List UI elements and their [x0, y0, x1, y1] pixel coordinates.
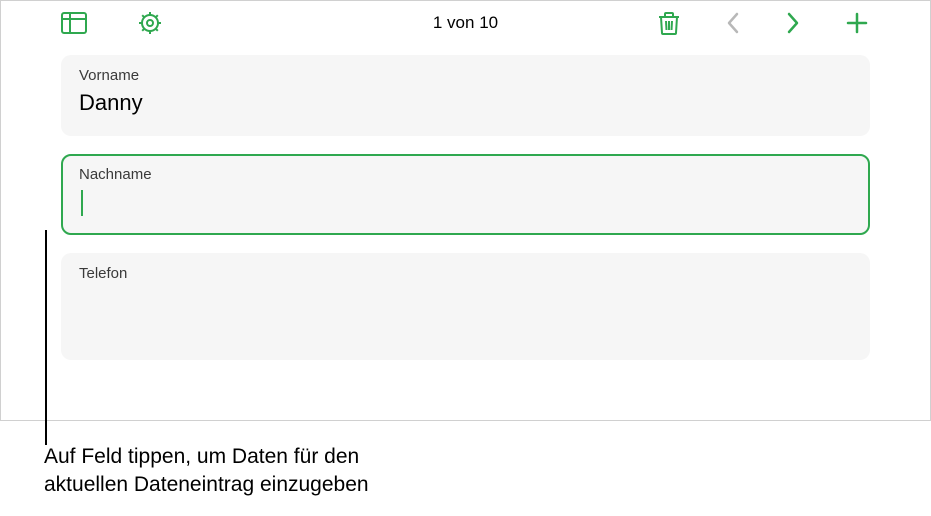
telefon-value[interactable]	[79, 288, 852, 318]
table-icon[interactable]	[61, 10, 87, 36]
callout-line1: Auf Feld tippen, um Daten für den	[44, 445, 359, 468]
vorname-field[interactable]: Vorname Danny	[61, 55, 870, 136]
telefon-label: Telefon	[79, 265, 852, 282]
vorname-label: Vorname	[79, 67, 852, 84]
nachname-label: Nachname	[79, 166, 852, 183]
telefon-field[interactable]: Telefon	[61, 253, 870, 360]
gear-icon[interactable]	[137, 10, 163, 36]
previous-record-button[interactable]	[724, 12, 742, 34]
text-cursor	[81, 190, 83, 216]
nachname-field[interactable]: Nachname	[61, 154, 870, 235]
callout-text: Auf Feld tippen, um Daten für den aktuel…	[44, 443, 369, 500]
record-counter: 1 von 10	[433, 13, 498, 33]
add-record-button[interactable]	[844, 10, 870, 36]
trash-icon[interactable]	[656, 10, 682, 36]
form-content: Vorname Danny Nachname Telefon	[1, 45, 930, 360]
app-frame: 1 von 10	[0, 0, 931, 421]
vorname-value[interactable]: Danny	[79, 90, 852, 120]
callout-line	[45, 230, 47, 445]
next-record-button[interactable]	[784, 12, 802, 34]
callout-line2: aktuellen Dateneintrag einzugeben	[44, 473, 369, 496]
toolbar: 1 von 10	[1, 1, 930, 45]
nachname-value[interactable]	[79, 189, 852, 219]
